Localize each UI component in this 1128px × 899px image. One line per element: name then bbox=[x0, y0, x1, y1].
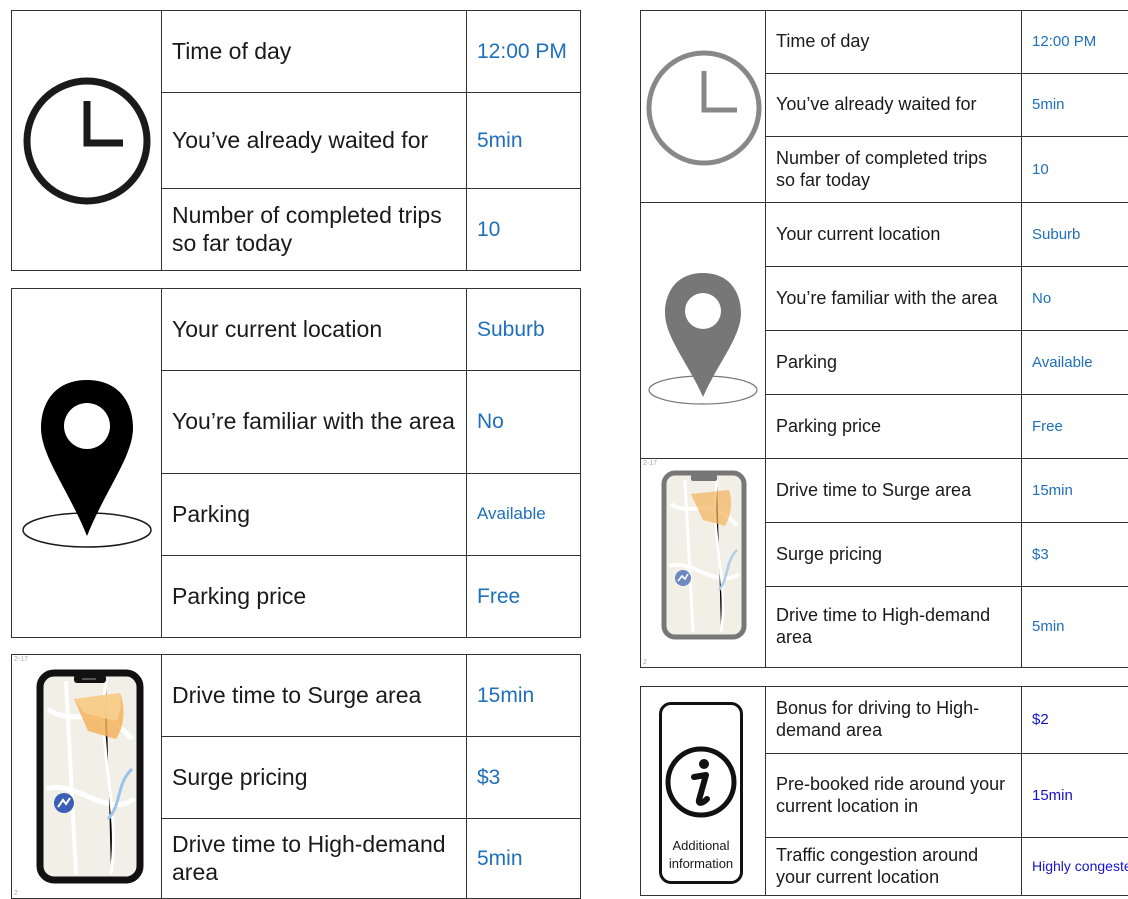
row-value: $3 bbox=[1022, 523, 1128, 587]
row-value: $2 bbox=[1022, 687, 1128, 754]
corner-tag: 2 bbox=[643, 659, 647, 666]
row-label: Drive time to Surge area bbox=[766, 459, 1022, 523]
row-label: Traffic congestion around your current l… bbox=[766, 838, 1022, 895]
row-label: Number of completed trips so far today bbox=[162, 189, 467, 270]
row-value: Available bbox=[467, 474, 580, 556]
row-value: 10 bbox=[477, 217, 501, 241]
row-label: Drive time to Surge area bbox=[162, 655, 467, 737]
row-value: Available bbox=[1022, 331, 1128, 395]
row-label: You’re familiar with the area bbox=[162, 371, 467, 474]
row-label: Your current location bbox=[766, 203, 1022, 267]
row-value: Highly congested bbox=[1032, 858, 1128, 875]
clock-icon bbox=[645, 49, 763, 167]
info-caption: Additional information bbox=[668, 838, 734, 871]
row-label: Parking bbox=[162, 474, 467, 556]
icon-cell bbox=[12, 289, 162, 637]
icon-cell bbox=[641, 203, 766, 459]
row-value: 15min bbox=[1022, 754, 1128, 838]
row-value: 12:00 PM bbox=[467, 11, 580, 93]
row-value: Free bbox=[1022, 395, 1128, 459]
clock-icon bbox=[22, 76, 152, 206]
row-value: 5min bbox=[1022, 74, 1128, 137]
row-value: 15min bbox=[1022, 459, 1128, 523]
icon-cell: Additional information bbox=[641, 687, 766, 895]
info-card-additional: Additional information Bonus for driving… bbox=[640, 686, 1128, 896]
info-card-surge: 2-17 2 Drive time to Surge area 15min Su… bbox=[11, 654, 581, 899]
row-value: Suburb bbox=[1022, 203, 1128, 267]
row-label: Surge pricing bbox=[766, 523, 1022, 587]
row-value: No bbox=[467, 371, 580, 474]
row-label: You’ve already waited for bbox=[162, 93, 467, 189]
location-pin-icon bbox=[20, 374, 154, 554]
row-label: Time of day bbox=[162, 11, 467, 93]
row-label: Number of completed trips so far today bbox=[766, 137, 1022, 203]
icon-cell bbox=[12, 11, 162, 270]
row-value: 5min bbox=[1032, 618, 1065, 635]
row-label: Drive time to High-demand area bbox=[162, 819, 467, 898]
row-value: Suburb bbox=[467, 289, 580, 371]
row-label: Parking bbox=[766, 331, 1022, 395]
row-label: You’ve already waited for bbox=[766, 74, 1022, 137]
location-pin-icon bbox=[647, 269, 759, 409]
info-card-location: Your current location Suburb You’re fami… bbox=[11, 288, 581, 638]
icon-cell bbox=[641, 11, 766, 203]
row-value: 5min bbox=[477, 846, 523, 870]
info-card-combined: 2-17 2 Time of day 12:00 PM You’ve alrea… bbox=[640, 10, 1128, 668]
row-value: $3 bbox=[467, 737, 580, 819]
row-value: 5min bbox=[467, 93, 580, 189]
row-label: Your current location bbox=[162, 289, 467, 371]
row-value: 15min bbox=[467, 655, 580, 737]
icon-cell: 2-17 2 bbox=[12, 655, 162, 898]
row-label: Surge pricing bbox=[162, 737, 467, 819]
phone-map-icon bbox=[661, 470, 747, 640]
row-label: Bonus for driving to High-demand area bbox=[766, 687, 1022, 754]
row-label: You’re familiar with the area bbox=[766, 267, 1022, 331]
row-value: No bbox=[1022, 267, 1128, 331]
row-label: Pre-booked ride around your current loca… bbox=[766, 754, 1022, 838]
row-label: Drive time to High-demand area bbox=[766, 587, 1022, 667]
row-label: Parking price bbox=[766, 395, 1022, 459]
info-card-time: Time of day 12:00 PM You’ve already wait… bbox=[11, 10, 581, 271]
phone-map-icon bbox=[36, 669, 144, 884]
row-label: Parking price bbox=[162, 556, 467, 637]
corner-tag: 2-17 bbox=[14, 656, 29, 663]
icon-cell: 2-17 2 bbox=[641, 459, 766, 667]
row-value: Free bbox=[477, 584, 521, 608]
row-value: 10 bbox=[1022, 137, 1128, 203]
row-value: 12:00 PM bbox=[1022, 11, 1128, 74]
row-label: Time of day bbox=[766, 11, 1022, 74]
corner-tag: 2-17 bbox=[643, 460, 658, 467]
info-icon: Additional information bbox=[659, 702, 743, 884]
